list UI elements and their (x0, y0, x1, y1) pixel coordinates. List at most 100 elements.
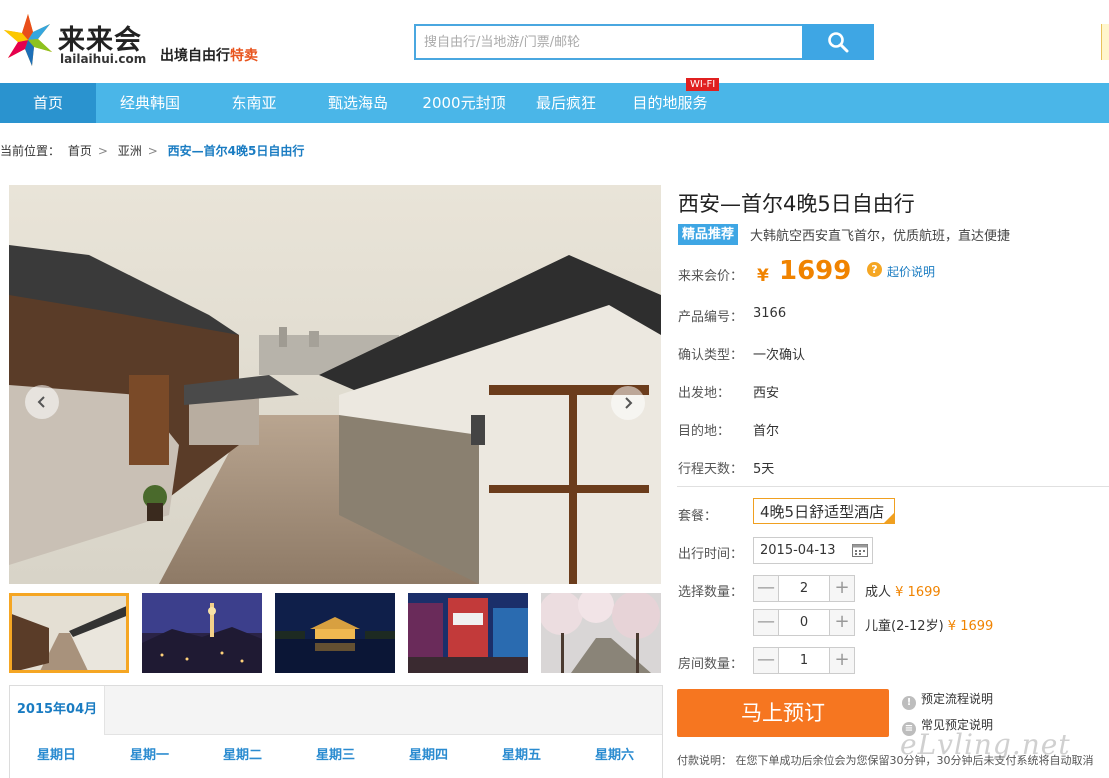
thumbnail-palace-night[interactable] (275, 593, 395, 673)
search-input[interactable] (414, 24, 822, 60)
package-option-label: 4晚5日舒适型酒店 (760, 503, 885, 521)
departure-label: 出发地： (678, 386, 731, 401)
search-button[interactable] (802, 24, 874, 60)
nav-item-last-minute[interactable]: 最后疯狂 (526, 83, 606, 123)
nav-item-korea[interactable]: 经典韩国 (104, 83, 196, 123)
package-option[interactable]: 4晚5日舒适型酒店 (753, 498, 895, 524)
site-logo[interactable]: 来来会 lailaihui.com 出境自由行特卖 (0, 8, 260, 72)
departure-value: 西安 (753, 386, 780, 401)
thumbnail-hanok[interactable] (9, 593, 129, 673)
weekday-saturday: 星期六 (594, 748, 634, 763)
nav-item-southeast-asia[interactable]: 东南亚 (212, 83, 296, 123)
main-photo (9, 185, 661, 584)
thumbnail-street-night[interactable] (408, 593, 528, 673)
book-now-button[interactable]: 马上预订 (677, 689, 889, 737)
travel-date-label: 出行时间： (678, 547, 744, 562)
brand-slogan: 出境自由行特卖 (160, 45, 258, 65)
breadcrumb-separator: > (147, 144, 158, 158)
logo-star-icon (4, 14, 52, 66)
main-nav: 首页 经典韩国 东南亚 甄选海岛 2000元封顶 最后疯狂 目的地服务 (0, 83, 1109, 123)
destination-value: 首尔 (753, 424, 780, 439)
breadcrumb-asia[interactable]: 亚洲 (118, 144, 142, 158)
product-code-label: 产品编号： (678, 310, 744, 325)
product-title: 西安—首尔4晚5日自由行 (678, 192, 915, 216)
child-price: ¥ 1699 (947, 619, 994, 634)
booking-process-label: 预定流程说明 (921, 692, 994, 706)
price-explanation-link[interactable]: 起价说明 (887, 263, 935, 280)
booking-process-link[interactable]: ! 预定流程说明 (902, 690, 993, 710)
brand-name-en: lailaihui.com (60, 52, 147, 66)
room-quantity-input[interactable] (779, 648, 829, 673)
recommend-badge: 精品推荐 (678, 224, 739, 245)
product-code-value: 3166 (753, 306, 787, 321)
weekday-wednesday: 星期三 (315, 748, 355, 763)
chevron-right-icon (625, 397, 633, 409)
price-label: 来来会价： (678, 269, 744, 284)
thumbnail-image (142, 593, 262, 673)
breadcrumb-prefix: 当前位置： (0, 144, 61, 158)
breadcrumb-current: 西安—首尔4晚5日自由行 (167, 144, 305, 158)
weekday-thursday: 星期四 (408, 748, 448, 763)
thumbnail-seoul-tower[interactable] (142, 593, 262, 673)
nav-item-islands[interactable]: 甄选海岛 (314, 83, 402, 123)
prev-photo-button[interactable] (25, 385, 59, 419)
search-icon (828, 32, 849, 53)
selected-check-icon (884, 513, 894, 523)
calendar-header (10, 686, 662, 735)
slogan-main: 出境自由行 (160, 48, 230, 64)
nav-item-2000-cap[interactable]: 2000元封顶 (414, 83, 514, 123)
quantity-label: 选择数量： (678, 585, 744, 600)
trip-days-value: 5天 (753, 462, 775, 477)
breadcrumb-home[interactable]: 首页 (68, 144, 92, 158)
room-minus-button[interactable]: — (754, 648, 779, 673)
divider (677, 486, 1109, 487)
thumbnail-image (408, 593, 528, 673)
package-label: 套餐： (678, 509, 718, 524)
adult-label: 成人 (865, 585, 892, 600)
destination-label: 目的地： (678, 424, 731, 439)
side-widget[interactable] (1101, 24, 1109, 60)
hanok-village-image (9, 185, 661, 584)
thumbnail-image (275, 593, 395, 673)
thumbnail-image (541, 593, 661, 673)
confirm-type-value: 一次确认 (753, 348, 806, 363)
search-bar (414, 24, 874, 60)
thumbnail-image (9, 593, 129, 673)
child-plus-button[interactable]: + (829, 610, 854, 635)
wifi-badge: WI-FI (686, 78, 720, 91)
confirm-type-label: 确认类型： (678, 348, 744, 363)
price-currency: ¥ (757, 266, 769, 286)
weekday-friday: 星期五 (501, 748, 541, 763)
child-quantity-stepper: — + (753, 609, 855, 636)
adult-price-info: 成人 ¥ 1699 (865, 581, 941, 600)
trip-days-label: 行程天数： (678, 462, 744, 477)
weekday-tuesday: 星期二 (222, 748, 262, 763)
room-quantity-stepper: — + (753, 647, 855, 674)
watermark: eLvling.net (900, 728, 1071, 761)
nav-item-home[interactable]: 首页 (0, 83, 96, 123)
adult-price: ¥ 1699 (895, 585, 941, 600)
next-photo-button[interactable] (611, 386, 645, 420)
price-value: 1699 (779, 256, 852, 286)
child-quantity-input[interactable] (779, 610, 829, 635)
calendar-icon (852, 544, 868, 557)
child-price-info: 儿童(2-12岁) ¥ 1699 (865, 615, 993, 634)
calendar-month-tab[interactable]: 2015年04月 (10, 686, 105, 735)
adult-plus-button[interactable]: + (829, 576, 854, 601)
info-icon: ! (902, 696, 916, 710)
room-plus-button[interactable]: + (829, 648, 854, 673)
question-icon[interactable]: ? (867, 262, 882, 277)
thumbnail-cherry-blossom[interactable] (541, 593, 661, 673)
travel-date-picker[interactable]: 2015-04-13 (753, 537, 873, 564)
child-label: 儿童(2-12岁) (865, 619, 944, 634)
thumbnail-strip (9, 593, 661, 673)
room-count-label: 房间数量： (678, 657, 744, 672)
weekday-monday: 星期一 (129, 748, 169, 763)
adult-minus-button[interactable]: — (754, 576, 779, 601)
child-minus-button[interactable]: — (754, 610, 779, 635)
weekday-sunday: 星期日 (36, 748, 76, 763)
product-tagline: 大韩航空西安直飞首尔，优质航班，直达便捷 (750, 229, 1011, 244)
breadcrumb: 当前位置： 首页 > 亚洲 > 西安—首尔4晚5日自由行 (0, 142, 308, 159)
adult-quantity-input[interactable] (779, 576, 829, 601)
chevron-left-icon (37, 396, 45, 408)
